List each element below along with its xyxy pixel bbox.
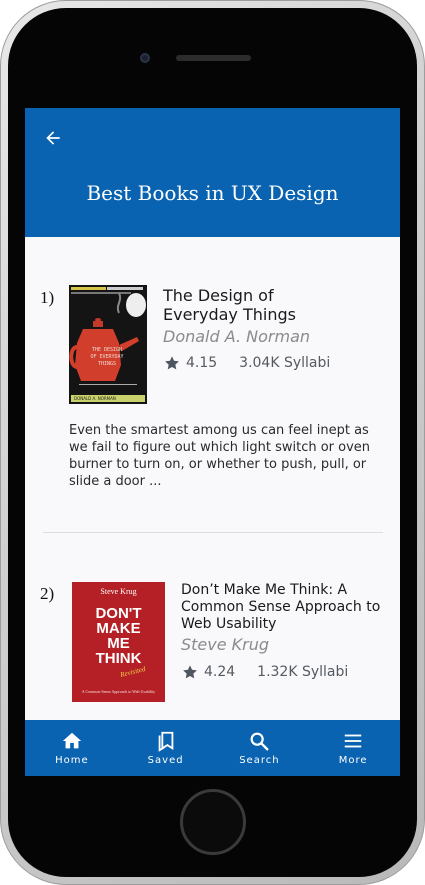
book-list: 1) THE DESIGN OF EVERYDAY THINGS DONALD … <box>25 237 400 720</box>
nav-item-home[interactable]: Home <box>25 720 119 776</box>
book-title-line: The Design of <box>163 286 274 305</box>
book-title-line: Web Usability <box>181 616 277 632</box>
book-rating: 4.24 <box>204 664 236 680</box>
nav-label: Saved <box>147 755 184 766</box>
nav-label: Home <box>55 755 89 766</box>
star-icon <box>165 356 179 370</box>
cover-revisited: Revisited <box>119 665 147 679</box>
cover-title-line: THINK <box>95 650 142 667</box>
cover-title-text: THE DESIGN OF EVERYDAY THINGS <box>90 347 124 367</box>
arrow-left-icon <box>46 131 60 145</box>
page-title: Best Books in UX Design <box>86 181 339 205</box>
cover-title-line: DON'T <box>95 605 142 622</box>
book-title[interactable]: Don’t Make Me Think: A Common Sense Appr… <box>181 582 380 633</box>
book-author[interactable]: Steve Krug <box>181 635 269 654</box>
cover-title: DON'T MAKE ME THINK <box>72 606 165 666</box>
book-author[interactable]: Donald A. Norman <box>163 327 310 346</box>
nav-item-saved[interactable]: Saved <box>119 720 213 776</box>
star-icon <box>183 665 197 679</box>
cover-subtitle: A Common Sense Approach to Web Usability <box>81 689 156 694</box>
nav-item-more[interactable]: More <box>306 720 400 776</box>
menu-icon <box>344 734 362 748</box>
book-rank: 1) <box>40 288 55 307</box>
book-stats: 4.24 1.32K Syllabi <box>182 664 348 680</box>
earpiece-speaker <box>176 55 251 61</box>
front-camera <box>140 53 150 63</box>
nav-label: More <box>338 755 368 766</box>
bottom-navigation: Home Saved Search More <box>25 720 400 776</box>
bookmark-icon <box>158 731 173 752</box>
search-icon <box>250 732 269 751</box>
book-cover-art <box>69 285 147 404</box>
home-icon <box>62 732 82 749</box>
description-line: burner to turn on, or whether to push, p… <box>69 457 367 472</box>
app-header: Best Books in UX Design <box>25 108 400 237</box>
book-stats: 4.15 3.04K Syllabi <box>164 355 330 371</box>
cover-title-line: MAKE <box>96 620 141 637</box>
book-title-line: Don’t Make Me Think: A <box>181 582 348 598</box>
description-line: we fail to figure out which light switch… <box>69 440 371 455</box>
cover-author-strip: DONALD A. NORMAN <box>71 395 145 402</box>
book-description: Even the smartest among us can feel inep… <box>69 422 387 490</box>
book-rating: 4.15 <box>186 355 218 371</box>
app-screen: Best Books in UX Design 1) THE DESIGN OF… <box>25 108 400 776</box>
book-rank: 2) <box>40 584 55 603</box>
book-syllabi-count: 3.04K Syllabi <box>239 355 331 371</box>
book-cover[interactable]: THE DESIGN OF EVERYDAY THINGS DONALD A. … <box>69 285 147 404</box>
book-syllabi-count: 1.32K Syllabi <box>257 664 349 680</box>
book-title-line: Common Sense Approach to <box>181 599 381 615</box>
book-title[interactable]: The Design of Everyday Things <box>163 286 296 324</box>
cover-author: Steve Krug <box>100 587 137 596</box>
hardware-home-button[interactable] <box>180 789 246 855</box>
description-line: Even the smartest among us can feel inep… <box>69 423 369 438</box>
book-title-line: Everyday Things <box>163 305 296 324</box>
book-cover[interactable]: Steve Krug DON'T MAKE ME THINK Revisited… <box>72 582 165 702</box>
nav-item-search[interactable]: Search <box>213 720 307 776</box>
nav-label: Search <box>239 755 280 766</box>
back-button[interactable] <box>39 124 67 152</box>
description-line: slide a door ... <box>69 474 162 489</box>
cover-title-line: ME <box>107 635 130 652</box>
list-divider <box>43 532 383 533</box>
